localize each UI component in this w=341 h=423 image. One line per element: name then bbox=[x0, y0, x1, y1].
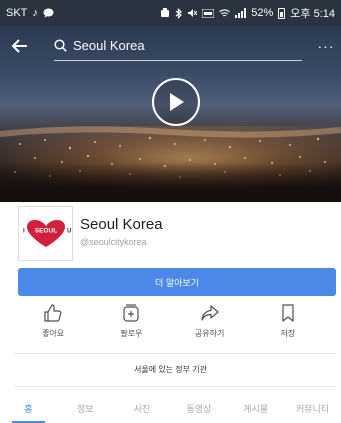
mute-icon bbox=[187, 8, 198, 18]
share-label: 공유하기 bbox=[194, 329, 225, 338]
back-button[interactable] bbox=[0, 26, 40, 66]
bluetooth-icon bbox=[175, 7, 183, 19]
tab-posts[interactable]: 게시물 bbox=[227, 396, 284, 423]
top-bar: Seoul Korea ··· bbox=[0, 26, 341, 66]
play-button[interactable] bbox=[152, 78, 200, 126]
share-icon bbox=[201, 305, 219, 321]
learn-more-button[interactable]: 더 알아보기 bbox=[18, 268, 336, 296]
like-button[interactable]: 좋아요 bbox=[23, 303, 83, 353]
carrier-label: SKT bbox=[6, 7, 28, 19]
chat-bubble-icon bbox=[43, 8, 54, 18]
svg-text:I: I bbox=[23, 228, 25, 234]
action-row: 좋아요 팔로우 공유하기 저장 bbox=[0, 303, 341, 353]
follow-icon bbox=[123, 304, 139, 322]
thumbs-up-icon bbox=[44, 304, 62, 322]
alarm-icon bbox=[160, 8, 170, 18]
tab-community[interactable]: 커뮤니티 bbox=[284, 396, 341, 423]
follow-button[interactable]: 팔로우 bbox=[101, 303, 161, 353]
back-arrow-icon bbox=[12, 39, 27, 53]
status-right: 52% 오후 5:14 bbox=[160, 5, 335, 21]
page-profile: SEOUL I U Seoul Korea @seoulcitykorea bbox=[0, 202, 341, 268]
clock: 오후 5:14 bbox=[290, 8, 335, 20]
tab-home[interactable]: 홈 bbox=[0, 396, 57, 423]
status-bar: SKT ♪ 52% 오후 5:14 bbox=[0, 0, 341, 26]
lte-icon bbox=[202, 8, 215, 18]
like-label: 좋아요 bbox=[42, 329, 65, 338]
status-left: SKT ♪ bbox=[6, 7, 54, 19]
battery-percent: 52% bbox=[251, 7, 274, 19]
page-name: Seoul Korea bbox=[80, 216, 163, 233]
signal-icon bbox=[235, 8, 247, 18]
page-handle: @seoulcitykorea bbox=[80, 237, 147, 247]
more-dots-icon: ··· bbox=[317, 38, 335, 54]
svg-text:U: U bbox=[67, 228, 71, 234]
more-options-button[interactable]: ··· bbox=[311, 26, 341, 66]
save-button[interactable]: 저장 bbox=[258, 303, 318, 353]
search-field[interactable]: Seoul Korea bbox=[54, 31, 302, 61]
tab-photos[interactable]: 사진 bbox=[114, 396, 171, 423]
tab-about[interactable]: 정보 bbox=[57, 396, 114, 423]
foreground-hill bbox=[0, 162, 341, 202]
page-avatar[interactable]: SEOUL I U bbox=[18, 206, 73, 261]
divider bbox=[14, 353, 336, 354]
share-button[interactable]: 공유하기 bbox=[180, 303, 240, 353]
divider bbox=[14, 386, 336, 387]
page-tabs: 홈 정보 사진 동영상 게시물 커뮤니티 bbox=[0, 396, 341, 423]
wifi-icon bbox=[219, 8, 231, 18]
save-label: 저장 bbox=[280, 329, 296, 338]
battery-icon bbox=[278, 7, 286, 19]
tab-videos[interactable]: 동영상 bbox=[170, 396, 227, 423]
search-input[interactable]: Seoul Korea bbox=[73, 38, 145, 53]
follow-label: 팔로우 bbox=[120, 329, 143, 338]
learn-more-label: 더 알아보기 bbox=[155, 277, 199, 288]
i-seoul-u-logo: SEOUL I U bbox=[23, 219, 71, 247]
search-icon bbox=[54, 39, 67, 52]
bookmark-icon bbox=[282, 304, 294, 322]
play-icon bbox=[170, 93, 184, 111]
page-category: 서울에 있는 정부 기관 bbox=[134, 365, 207, 374]
svg-text:SEOUL: SEOUL bbox=[34, 227, 56, 234]
music-note-icon: ♪ bbox=[32, 7, 38, 19]
